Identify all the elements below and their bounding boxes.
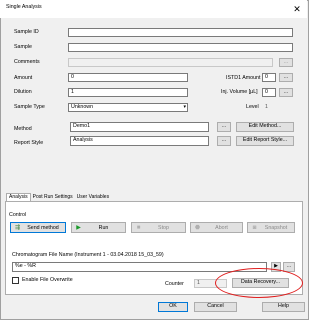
send-method-label: Send method: [27, 225, 59, 231]
report-style-input[interactable]: Analysis: [70, 136, 209, 146]
stop-button[interactable]: ■ Stop: [131, 222, 186, 233]
amount-label: Amount: [14, 75, 33, 81]
enable-file-overwrite-label: Enable File Overwrite: [22, 277, 73, 283]
comments-browse-button[interactable]: ...: [279, 58, 293, 67]
istd1-amount-input[interactable]: 0: [262, 73, 276, 82]
dilution-label: Dilution: [14, 89, 32, 95]
sample-id-label: Sample ID: [14, 29, 39, 35]
sample-type-label: Sample Type: [14, 104, 45, 110]
tab-user-variables[interactable]: User Variables: [75, 194, 111, 201]
close-icon[interactable]: ✕: [290, 2, 304, 16]
ok-button[interactable]: OK: [158, 302, 188, 312]
method-input[interactable]: Demo1: [70, 122, 209, 132]
sample-type-select[interactable]: Unknown ▾: [68, 103, 188, 112]
tab-post-run-settings[interactable]: Post Run Settings: [31, 194, 75, 201]
snapshot-label: Snapshot: [264, 225, 288, 231]
edit-method-button[interactable]: Edit Method...: [236, 122, 294, 132]
abort-label: Abort: [215, 225, 228, 231]
snapshot-button[interactable]: ◙ Snapshot: [247, 222, 295, 233]
comments-input[interactable]: [68, 58, 273, 67]
stop-label: Stop: [158, 225, 169, 231]
inj-volume-browse-button[interactable]: ...: [279, 88, 293, 97]
send-method-icon: ⇶: [14, 225, 21, 231]
cancel-button[interactable]: Cancel: [194, 302, 237, 312]
sample-label: Sample: [14, 44, 32, 50]
play-icon: ▶: [76, 225, 81, 231]
inj-volume-input[interactable]: 0: [262, 88, 276, 97]
abort-icon: ⬣: [194, 225, 201, 231]
enable-file-overwrite-checkbox[interactable]: [12, 277, 19, 284]
method-label: Method: [14, 126, 32, 132]
sample-input[interactable]: [68, 43, 293, 52]
stop-icon: ■: [136, 225, 141, 231]
chromatogram-file-name-label: Chromatogram File Name (Instrument 1 - 0…: [12, 252, 164, 258]
tab-analysis[interactable]: Analysis: [6, 193, 31, 201]
comments-label: Comments: [14, 59, 40, 65]
chromatogram-file-name-input[interactable]: %e - %R: [12, 262, 267, 272]
run-button[interactable]: ▶ Run: [71, 222, 126, 233]
report-style-browse-button[interactable]: ...: [217, 136, 231, 146]
counter-label: Counter: [165, 281, 184, 287]
edit-report-style-button[interactable]: Edit Report Style...: [236, 136, 294, 146]
camera-icon: ◙: [252, 225, 257, 231]
report-style-label: Report Style: [14, 140, 44, 146]
send-method-button[interactable]: ⇶ Send method: [10, 222, 66, 233]
chevron-down-icon: ▾: [183, 104, 186, 110]
run-label: Run: [98, 225, 109, 231]
method-browse-button[interactable]: ...: [217, 122, 231, 132]
help-button[interactable]: Help: [262, 302, 305, 312]
dilution-input[interactable]: 1: [68, 88, 188, 97]
level-value: 1: [265, 104, 268, 110]
highlight-oval-annotation: [215, 268, 303, 298]
title-bar: [0, 0, 307, 18]
window-title: Single Analysis: [6, 4, 42, 10]
control-label: Control: [9, 212, 27, 218]
istd1-browse-button[interactable]: ...: [279, 73, 293, 82]
inj-volume-label: Inj. Volume [µL]: [221, 89, 258, 95]
istd1-amount-label: ISTD1 Amount: [226, 75, 261, 81]
amount-input[interactable]: 0: [68, 73, 188, 82]
abort-button[interactable]: ⬣ Abort: [190, 222, 243, 233]
sample-id-input[interactable]: [68, 28, 293, 37]
sample-type-value: Unknown: [71, 104, 94, 110]
level-label: Level: [246, 104, 259, 110]
tab-strip: Analysis Post Run Settings User Variables: [6, 193, 111, 201]
